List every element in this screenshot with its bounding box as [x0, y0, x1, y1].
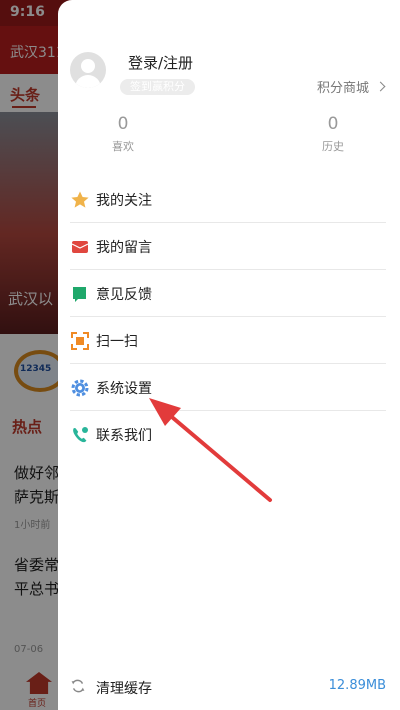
menu-label-contact: 联系我们 [96, 428, 152, 444]
avatar-head [81, 59, 95, 73]
cache-size: 12.89MB [328, 678, 386, 693]
menu-item-feedback[interactable]: 意见反馈 [70, 270, 386, 317]
menu-label-follow: 我的关注 [96, 193, 152, 209]
clear-cache-row[interactable]: 清理缓存 12.89MB [70, 674, 386, 698]
history-count: 0 [327, 114, 339, 134]
clear-cache-label: 清理缓存 [96, 681, 152, 697]
star-icon [71, 191, 89, 208]
menu-label-settings: 系统设置 [96, 381, 152, 397]
points-mall-label: 积分商城 [316, 81, 369, 96]
menu-item-contact[interactable]: 联系我们 [70, 411, 386, 458]
refresh-icon [71, 679, 85, 693]
feedback-icon [73, 287, 86, 302]
stat-likes[interactable]: 0 喜欢 [93, 114, 153, 154]
login-register-link[interactable]: 登录/注册 [128, 52, 193, 73]
history-label: 历史 [322, 140, 344, 153]
scan-icon [71, 332, 89, 350]
menu-item-settings[interactable]: 系统设置 [70, 364, 386, 411]
message-icon [71, 241, 89, 253]
avatar-body [75, 75, 101, 88]
menu-item-scan[interactable]: 扫一扫 [70, 317, 386, 364]
stat-history[interactable]: 0 历史 [303, 114, 363, 154]
menu-item-follow[interactable]: 我的关注 [70, 176, 386, 223]
points-mall-link[interactable]: 积分商城 [316, 77, 386, 96]
menu-label-scan: 扫一扫 [96, 334, 138, 350]
likes-count: 0 [117, 114, 129, 134]
sign-in-points-badge[interactable]: 签到赢积分 [120, 79, 195, 95]
phone-icon [73, 427, 88, 443]
menu-item-messages[interactable]: 我的留言 [70, 223, 386, 270]
side-drawer: 登录/注册 签到赢积分 积分商城 0 喜欢 0 历史 我的关注 我的留言 意见反… [58, 0, 400, 710]
menu-label-messages: 我的留言 [96, 240, 152, 256]
gear-icon [71, 379, 89, 397]
menu-label-feedback: 意见反馈 [96, 287, 152, 303]
likes-label: 喜欢 [112, 140, 134, 153]
chevron-right-icon [375, 81, 386, 92]
avatar[interactable] [70, 52, 106, 88]
